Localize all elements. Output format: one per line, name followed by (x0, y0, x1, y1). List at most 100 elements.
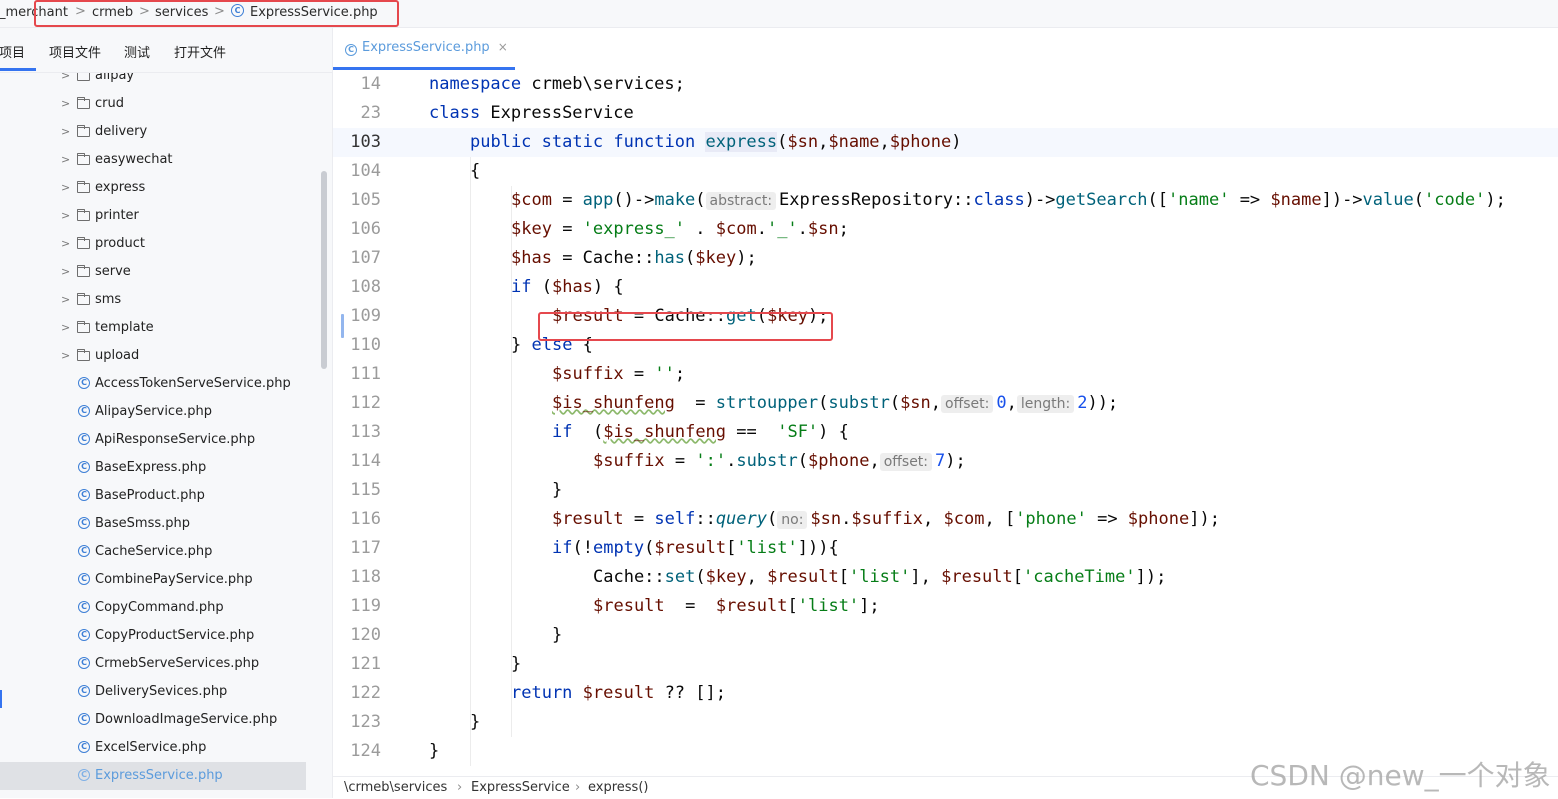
tree-file[interactable]: C DeliverySevices.php (0, 678, 320, 706)
path-method[interactable]: express() (588, 780, 648, 795)
chevron-right-icon[interactable]: > (61, 118, 70, 146)
code-line[interactable]: 113 if ($is_shunfeng == 'SF') { (333, 418, 1558, 447)
code-line[interactable]: 106 $key = 'express_' . $com.'_'.$sn; (333, 215, 1558, 244)
tree-file[interactable]: C CopyProductService.php (0, 622, 320, 650)
code-editor[interactable]: 103 public static function express($sn,$n… (333, 128, 1558, 776)
path-separator-icon: › (457, 780, 463, 795)
code-text: class ExpressService (429, 103, 634, 123)
code-line[interactable]: 115} (333, 476, 1558, 505)
tree-folder-delivery[interactable]: > delivery (0, 118, 320, 146)
chevron-right-icon[interactable]: > (61, 90, 70, 118)
code-line[interactable]: 121} (333, 650, 1558, 679)
php-class-icon: C (78, 685, 90, 697)
chevron-right-icon[interactable]: > (61, 342, 70, 370)
close-icon[interactable]: × (498, 40, 508, 54)
tree-item-label: delivery (95, 124, 148, 139)
code-line[interactable]: 109 $result = Cache::get($key); (333, 302, 1558, 331)
code-line[interactable]: 104 { (333, 157, 1558, 186)
tab-project-files[interactable]: 项目文件 (49, 42, 101, 61)
chevron-right-icon[interactable]: > (61, 73, 70, 90)
line-number: 14 (360, 74, 381, 94)
line-number: 106 (350, 219, 381, 239)
tree-folder-express[interactable]: > express (0, 174, 320, 202)
code-line[interactable]: 111 $suffix = ''; (333, 360, 1558, 389)
sticky-code-line[interactable]: 23 class ExpressService (333, 99, 1558, 128)
tree-file[interactable]: C BaseExpress.php (0, 454, 320, 482)
code-line[interactable]: 117 if(!empty($result['list'])){ (333, 534, 1558, 563)
tree-file[interactable]: C BaseSmss.php (0, 510, 320, 538)
code-text: $has = Cache::has($key); (511, 248, 757, 268)
sticky-scope-header: 14 namespace crmeb\services; 23 class Expre… (333, 70, 1558, 129)
tree-file[interactable]: C CombinePayService.php (0, 566, 320, 594)
tree-folder-crud[interactable]: > crud (0, 90, 320, 118)
code-line[interactable]: 118 Cache::set($key, $result['list'], $re… (333, 563, 1558, 592)
tree-file[interactable]: C AlipayService.php (0, 398, 320, 426)
tree-folder-upload[interactable]: > upload (0, 342, 320, 370)
tree-file[interactable]: C DownloadImageService.php (0, 706, 320, 734)
chevron-right-icon[interactable]: > (61, 146, 70, 174)
tree-file[interactable]: C ExcelService.php (0, 734, 320, 762)
code-line[interactable]: 107 $has = Cache::has($key); (333, 244, 1558, 273)
folder-icon (77, 73, 90, 81)
tree-file[interactable]: C AccessTokenServeService.php (0, 370, 320, 398)
code-text: public static function express($sn,$name… (470, 132, 962, 152)
tree-file[interactable]: C CrmebServeServices.php (0, 650, 320, 678)
annotation-highlight-box (538, 312, 833, 341)
code-line[interactable]: 105 $com = app()->make(abstract: ExpressRe… (333, 186, 1558, 215)
path-namespace[interactable]: \crmeb\services (344, 780, 447, 795)
tree-item-label: CombinePayService.php (95, 572, 253, 587)
line-number: 114 (350, 451, 381, 471)
change-marker (341, 314, 344, 338)
tree-folder-sms[interactable]: > sms (0, 286, 320, 314)
line-number: 124 (350, 741, 381, 761)
code-text: if(!empty($result['list'])){ (552, 538, 839, 558)
chevron-right-icon[interactable]: > (61, 258, 70, 286)
tree-file[interactable]: C BaseProduct.php (0, 482, 320, 510)
tree-file[interactable]: C CopyCommand.php (0, 594, 320, 622)
tree-folder-serve[interactable]: > serve (0, 258, 320, 286)
tree-file[interactable]: C ExpressService.php (0, 762, 306, 790)
tree-folder-template[interactable]: > template (0, 314, 320, 342)
code-line[interactable]: 122 return $result ?? []; (333, 679, 1558, 708)
folder-icon (77, 321, 90, 333)
chevron-right-icon[interactable]: > (61, 230, 70, 258)
tree-item-label: express (95, 180, 146, 195)
tab-open-files[interactable]: 打开文件 (174, 42, 226, 61)
chevron-right-icon[interactable]: > (61, 286, 70, 314)
line-number: 113 (350, 422, 381, 442)
tree-folder-printer[interactable]: > printer (0, 202, 320, 230)
code-line[interactable]: 110} else { (333, 331, 1558, 360)
php-class-icon: C (78, 489, 90, 501)
chevron-right-icon[interactable]: > (61, 314, 70, 342)
tree-folder-product[interactable]: > product (0, 230, 320, 258)
chevron-right-icon[interactable]: > (61, 174, 70, 202)
code-line[interactable]: 103 public static function express($sn,$n… (333, 128, 1558, 157)
tab-project[interactable]: 项目 (0, 42, 25, 61)
path-class[interactable]: ExpressService (471, 780, 570, 795)
code-line[interactable]: 116 $result = self::query(no: $sn.$suffix,… (333, 505, 1558, 534)
sticky-code-line[interactable]: 14 namespace crmeb\services; (333, 70, 1558, 99)
chevron-right-icon[interactable]: > (61, 202, 70, 230)
code-line[interactable]: 123} (333, 708, 1558, 737)
folder-icon (77, 265, 90, 277)
tab-tests[interactable]: 测试 (124, 42, 150, 61)
tree-folder-alipay[interactable]: > alipay (0, 73, 320, 90)
folder-icon (77, 153, 90, 165)
code-line[interactable]: 112 $is_shunfeng = strtoupper(substr($sn,… (333, 389, 1558, 418)
line-number: 119 (350, 596, 381, 616)
code-text: $key = 'express_' . $com.'_'.$sn; (511, 219, 849, 239)
folder-icon (77, 125, 90, 137)
tree-file[interactable]: C CacheService.php (0, 538, 320, 566)
scrollbar-thumb[interactable] (321, 171, 327, 369)
tree-item-label: ApiResponseService.php (95, 432, 256, 447)
code-line[interactable]: 119 $result = $result['list']; (333, 592, 1558, 621)
line-number: 123 (350, 712, 381, 732)
code-line[interactable]: 108 if ($has) { (333, 273, 1558, 302)
active-tab-indicator (0, 68, 36, 71)
editor-tab-expressservice[interactable]: C ExpressService.php × (345, 40, 508, 56)
code-text: $com = app()->make(abstract: ExpressRepos… (511, 190, 1506, 210)
tree-file[interactable]: C ApiResponseService.php (0, 426, 320, 454)
code-line[interactable]: 120} (333, 621, 1558, 650)
tree-folder-easywechat[interactable]: > easywechat (0, 146, 320, 174)
code-line[interactable]: 114 $suffix = ':'.substr($phone, offset: 7)… (333, 447, 1558, 476)
